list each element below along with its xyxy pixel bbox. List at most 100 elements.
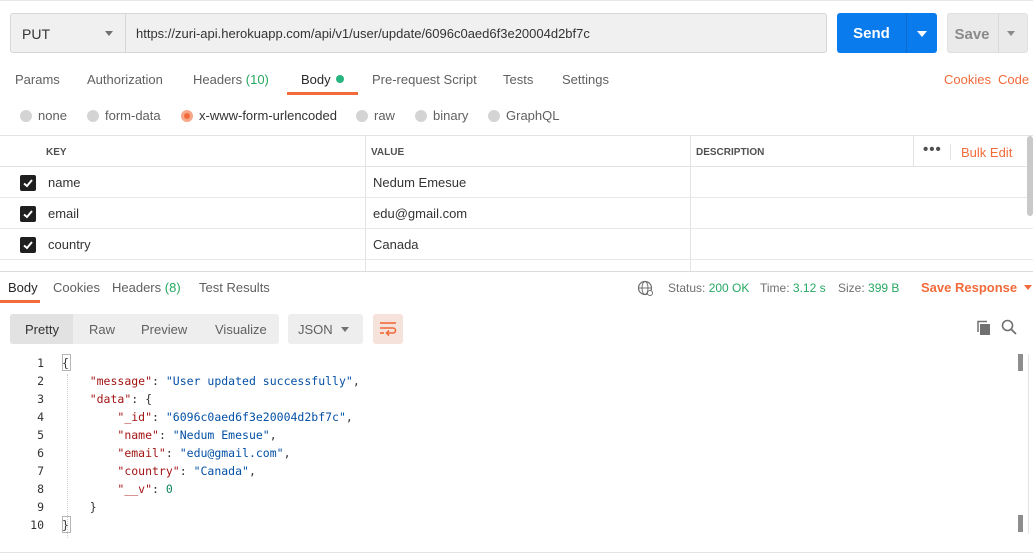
row-value[interactable]: Canada — [373, 237, 419, 252]
tab-settings[interactable]: Settings — [562, 72, 609, 87]
response-tab-body[interactable]: Body — [8, 280, 38, 295]
table-row: email edu@gmail.com — [0, 198, 1033, 229]
url-value: https://zuri-api.herokuapp.com/api/v1/us… — [136, 26, 590, 41]
code-line: "message": "User updated successfully", — [89, 374, 360, 388]
row-key[interactable]: name — [48, 175, 81, 190]
size-value[interactable]: 399 B — [868, 281, 899, 295]
code-link[interactable]: Code — [998, 72, 1029, 87]
radio-circle — [356, 110, 368, 122]
wrap-lines-button[interactable] — [373, 314, 403, 344]
radio-binary[interactable]: binary — [415, 108, 468, 123]
response-tab-headers[interactable]: Headers (8) — [112, 280, 181, 295]
send-button[interactable]: Send — [837, 13, 937, 53]
body-indicator-dot — [335, 75, 344, 83]
bottom-border — [0, 552, 1033, 553]
view-visualize-button[interactable]: Visualize — [215, 322, 267, 337]
search-icon[interactable] — [1001, 319, 1017, 338]
save-button[interactable]: Save — [947, 13, 1028, 53]
radio-circle — [488, 110, 500, 122]
row-checkbox[interactable] — [20, 175, 36, 191]
globe-icon[interactable] — [637, 280, 653, 299]
json-key: "__v" — [117, 482, 153, 496]
radio-x-www-form-urlencoded[interactable]: x-www-form-urlencoded — [181, 108, 337, 123]
code-scrollbar-marker — [1018, 515, 1023, 532]
code-line: { — [62, 356, 69, 370]
code-scrollbar-track[interactable] — [1028, 354, 1029, 534]
line-number: 4 — [37, 410, 44, 424]
chevron-down-icon — [341, 327, 349, 332]
radio-raw[interactable]: raw — [356, 108, 395, 123]
save-label: Save — [954, 26, 990, 43]
checkmark-icon — [23, 241, 33, 250]
save-response-button[interactable]: Save Response — [921, 280, 1033, 295]
params-scrollbar[interactable] — [1027, 136, 1033, 216]
checkmark-icon — [23, 210, 33, 219]
json-key: "data" — [89, 392, 132, 406]
row-value[interactable]: edu@gmail.com — [373, 206, 467, 221]
bulk-edit-link[interactable]: Bulk Edit — [961, 145, 1012, 160]
line-number: 9 — [37, 500, 44, 514]
url-input[interactable]: https://zuri-api.herokuapp.com/api/v1/us… — [125, 13, 827, 53]
chevron-down-icon — [1024, 285, 1033, 290]
line-number: 10 — [30, 518, 44, 532]
response-tab-cookies[interactable]: Cookies — [53, 280, 100, 295]
row-checkbox[interactable] — [20, 237, 36, 253]
row-key[interactable]: email — [48, 206, 79, 221]
line-number: 2 — [37, 374, 44, 388]
tab-headers[interactable]: Headers (10) — [193, 72, 269, 87]
line-number: 5 — [37, 428, 44, 442]
view-pretty-button[interactable]: Pretty — [25, 322, 59, 337]
status-meta: Status: 200 OK — [668, 281, 749, 295]
json-key: "country" — [117, 464, 180, 478]
json-string: "Nedum Emesue" — [172, 428, 270, 442]
tab-authorization[interactable]: Authorization — [87, 72, 163, 87]
method-select[interactable]: PUT — [10, 13, 126, 53]
radio-graphql[interactable]: GraphQL — [488, 108, 559, 123]
send-divider — [906, 13, 907, 53]
tab-prerequest-script[interactable]: Pre-request Script — [372, 72, 477, 87]
row-value[interactable]: Nedum Emesue — [373, 175, 466, 190]
radio-form-data[interactable]: form-data — [87, 108, 161, 123]
radio-circle — [415, 110, 427, 122]
row-key[interactable]: country — [48, 237, 91, 252]
line-number: 3 — [37, 392, 44, 406]
tab-headers-count: (10) — [245, 72, 269, 87]
format-select[interactable]: JSON — [288, 314, 363, 344]
send-options-chevron-icon[interactable] — [917, 31, 927, 37]
json-string: "User updated successfully" — [165, 374, 353, 388]
params-table: KEY VALUE DESCRIPTION ••• Bulk Edit name… — [0, 135, 1033, 271]
cookies-link[interactable]: Cookies — [944, 72, 991, 87]
json-key: "name" — [117, 428, 159, 442]
radio-circle — [20, 110, 32, 122]
column-divider — [913, 136, 914, 167]
json-string: "Canada" — [193, 464, 249, 478]
more-options-icon[interactable]: ••• — [923, 141, 942, 158]
size-label: Size: — [838, 281, 865, 295]
time-meta: Time: 3.12 s — [760, 281, 826, 295]
copy-icon[interactable] — [976, 320, 992, 339]
row-checkbox[interactable] — [20, 206, 36, 222]
radio-none[interactable]: none — [20, 108, 67, 123]
time-value[interactable]: 3.12 s — [793, 281, 826, 295]
response-tab-test-results[interactable]: Test Results — [199, 280, 270, 295]
format-value: JSON — [298, 322, 333, 337]
code-line: "_id": "6096c0aed6f3e20004d2bf7c", — [117, 410, 353, 424]
method-value: PUT — [22, 26, 50, 42]
line-number: 8 — [37, 482, 44, 496]
params-table-header: KEY VALUE DESCRIPTION ••• Bulk Edit — [0, 136, 1033, 167]
column-header-description: DESCRIPTION — [696, 147, 765, 158]
tab-body[interactable]: Body — [301, 72, 344, 87]
table-row: country Canada — [0, 229, 1033, 260]
tab-params[interactable]: Params — [15, 72, 60, 87]
view-raw-button[interactable]: Raw — [89, 322, 115, 337]
request-bar: PUT https://zuri-api.herokuapp.com/api/v… — [0, 0, 1033, 66]
json-key: "_id" — [117, 410, 153, 424]
status-value[interactable]: 200 OK — [709, 281, 750, 295]
response-active-tab-underline — [0, 300, 40, 303]
response-body-viewer[interactable]: 1 2 3 4 5 6 7 8 9 10 { "message": "User … — [0, 352, 1033, 542]
save-options-chevron-icon[interactable] — [1007, 31, 1015, 36]
view-preview-button[interactable]: Preview — [141, 322, 187, 337]
tab-tests[interactable]: Tests — [503, 72, 533, 87]
wrap-lines-icon — [380, 322, 397, 337]
radio-circle — [87, 110, 99, 122]
